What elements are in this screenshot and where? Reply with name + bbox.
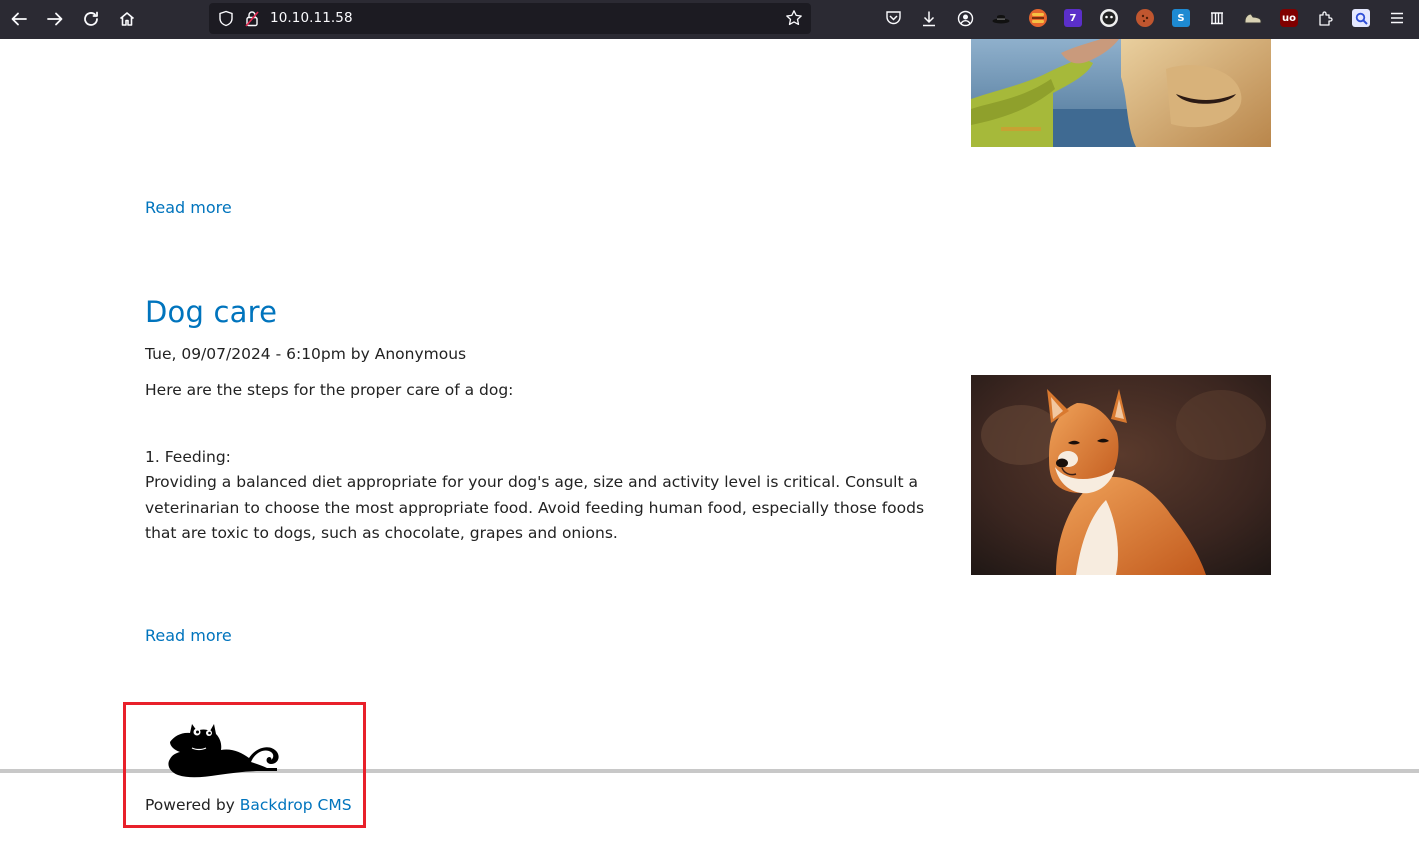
pocket-icon[interactable] (884, 9, 902, 27)
home-icon[interactable] (116, 8, 138, 30)
downloads-icon[interactable] (920, 9, 938, 27)
forward-arrow-icon[interactable] (44, 8, 66, 30)
back-arrow-icon[interactable] (8, 8, 30, 30)
extension-badge-icon[interactable]: 7 (1064, 9, 1082, 27)
post-meta: Tue, 09/07/2024 - 6:10pm by Anonymous (145, 345, 467, 363)
previous-post-image (971, 39, 1271, 147)
dog-care-post-image (971, 375, 1271, 575)
post-title-link[interactable]: Dog care (145, 295, 277, 329)
ublock-icon[interactable]: uo (1280, 9, 1298, 27)
post-intro: Here are the steps for the proper care o… (145, 381, 514, 399)
post-body: Here are the steps for the proper care o… (145, 378, 945, 547)
magnifier-extension-icon[interactable] (1352, 9, 1370, 27)
address-bar[interactable]: 10.10.11.58 (209, 3, 811, 34)
sneaker-extension-icon[interactable] (1244, 9, 1262, 27)
hamburger-menu-icon[interactable] (1388, 9, 1406, 27)
columns-icon[interactable] (1208, 9, 1226, 27)
hat-extension-icon[interactable] (992, 9, 1010, 27)
s-extension-icon[interactable]: S (1172, 9, 1190, 27)
insecure-lock-icon[interactable] (245, 10, 259, 31)
post-section-body: Providing a balanced diet appropriate fo… (145, 473, 925, 542)
reload-icon[interactable] (80, 8, 102, 30)
burger-extension-icon[interactable] (1029, 9, 1047, 27)
cookie-icon[interactable] (1136, 9, 1154, 27)
url-text[interactable]: 10.10.11.58 (270, 10, 353, 26)
highlight-annotation-box (123, 702, 366, 828)
post-section-heading: 1. Feeding: (145, 447, 231, 466)
extension-badge-count: 7 (1069, 12, 1077, 24)
account-icon[interactable] (956, 9, 974, 27)
tracking-shield-icon[interactable] (218, 10, 234, 31)
read-more-link[interactable]: Read more (145, 198, 232, 217)
mask-extension-icon[interactable] (1100, 9, 1118, 27)
browser-toolbar: 10.10.11.58 7 S uo (0, 0, 1419, 39)
bookmark-star-icon[interactable] (785, 9, 803, 31)
extensions-puzzle-icon[interactable] (1316, 9, 1334, 27)
read-more-link[interactable]: Read more (145, 626, 232, 645)
